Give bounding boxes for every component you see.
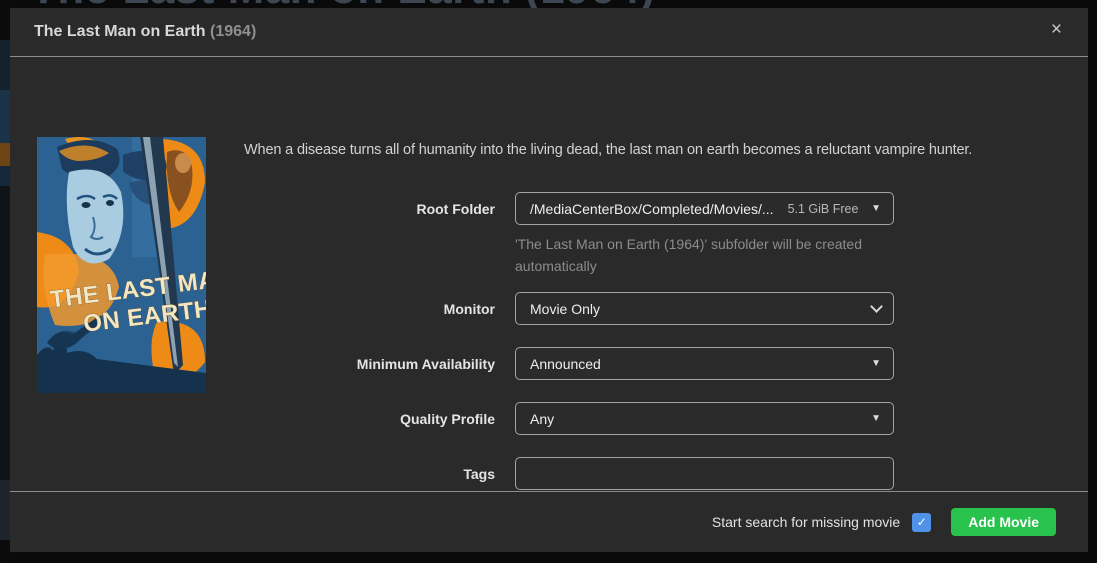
modal-title: The Last Man on Earth (1964) [34, 23, 256, 41]
root-folder-row: Root Folder /MediaCenterBox/Completed/Mo… [10, 192, 1088, 225]
tags-input[interactable] [515, 457, 894, 490]
modal-header: The Last Man on Earth (1964) × [10, 8, 1088, 57]
monitor-row: Monitor Movie Only [10, 292, 1088, 325]
caret-down-icon: ▼ [871, 413, 881, 424]
add-movie-modal: The Last Man on Earth (1964) × [10, 8, 1088, 552]
quality-profile-select[interactable]: Any ▼ [515, 402, 894, 435]
root-folder-path: /MediaCenterBox/Completed/Movies/... [530, 201, 774, 217]
monitor-label: Monitor [244, 292, 495, 325]
modal-footer: Start search for missing movie ✓ Add Mov… [10, 491, 1088, 552]
minimum-availability-select[interactable]: Announced ▼ [515, 347, 894, 380]
chevron-down-icon [870, 300, 883, 313]
add-movie-button[interactable]: Add Movie [951, 508, 1056, 536]
free-space-badge: 5.1 GiB Free [788, 202, 859, 216]
quality-profile-label: Quality Profile [244, 402, 495, 435]
modal-body: THE LAST MAN ON EARTH When a disease tur… [10, 57, 1088, 491]
quality-profile-row: Quality Profile Any ▼ [10, 402, 1088, 435]
start-search-label: Start search for missing movie [712, 514, 900, 530]
close-icon[interactable]: × [1051, 20, 1062, 39]
monitor-value: Movie Only [530, 301, 600, 317]
root-folder-help: 'The Last Man on Earth (1964)' subfolder… [515, 234, 895, 277]
movie-title: The Last Man on Earth [34, 23, 206, 40]
caret-down-icon: ▼ [871, 203, 881, 214]
caret-down-icon: ▼ [871, 358, 881, 369]
minimum-availability-value: Announced [530, 356, 601, 372]
movie-year: (1964) [210, 23, 256, 40]
minimum-availability-row: Minimum Availability Announced ▼ [10, 347, 1088, 380]
root-folder-label: Root Folder [244, 192, 495, 225]
check-icon: ✓ [917, 515, 927, 529]
quality-profile-value: Any [530, 411, 554, 427]
monitor-select[interactable]: Movie Only [515, 292, 894, 325]
tags-label: Tags [244, 457, 495, 490]
root-folder-select[interactable]: /MediaCenterBox/Completed/Movies/... 5.1… [515, 192, 894, 225]
minimum-availability-label: Minimum Availability [244, 347, 495, 380]
background-fanart-strip [0, 0, 10, 563]
tags-row: Tags [10, 457, 1088, 490]
start-search-checkbox[interactable]: ✓ [912, 513, 931, 532]
movie-overview: When a disease turns all of humanity int… [244, 142, 1064, 158]
